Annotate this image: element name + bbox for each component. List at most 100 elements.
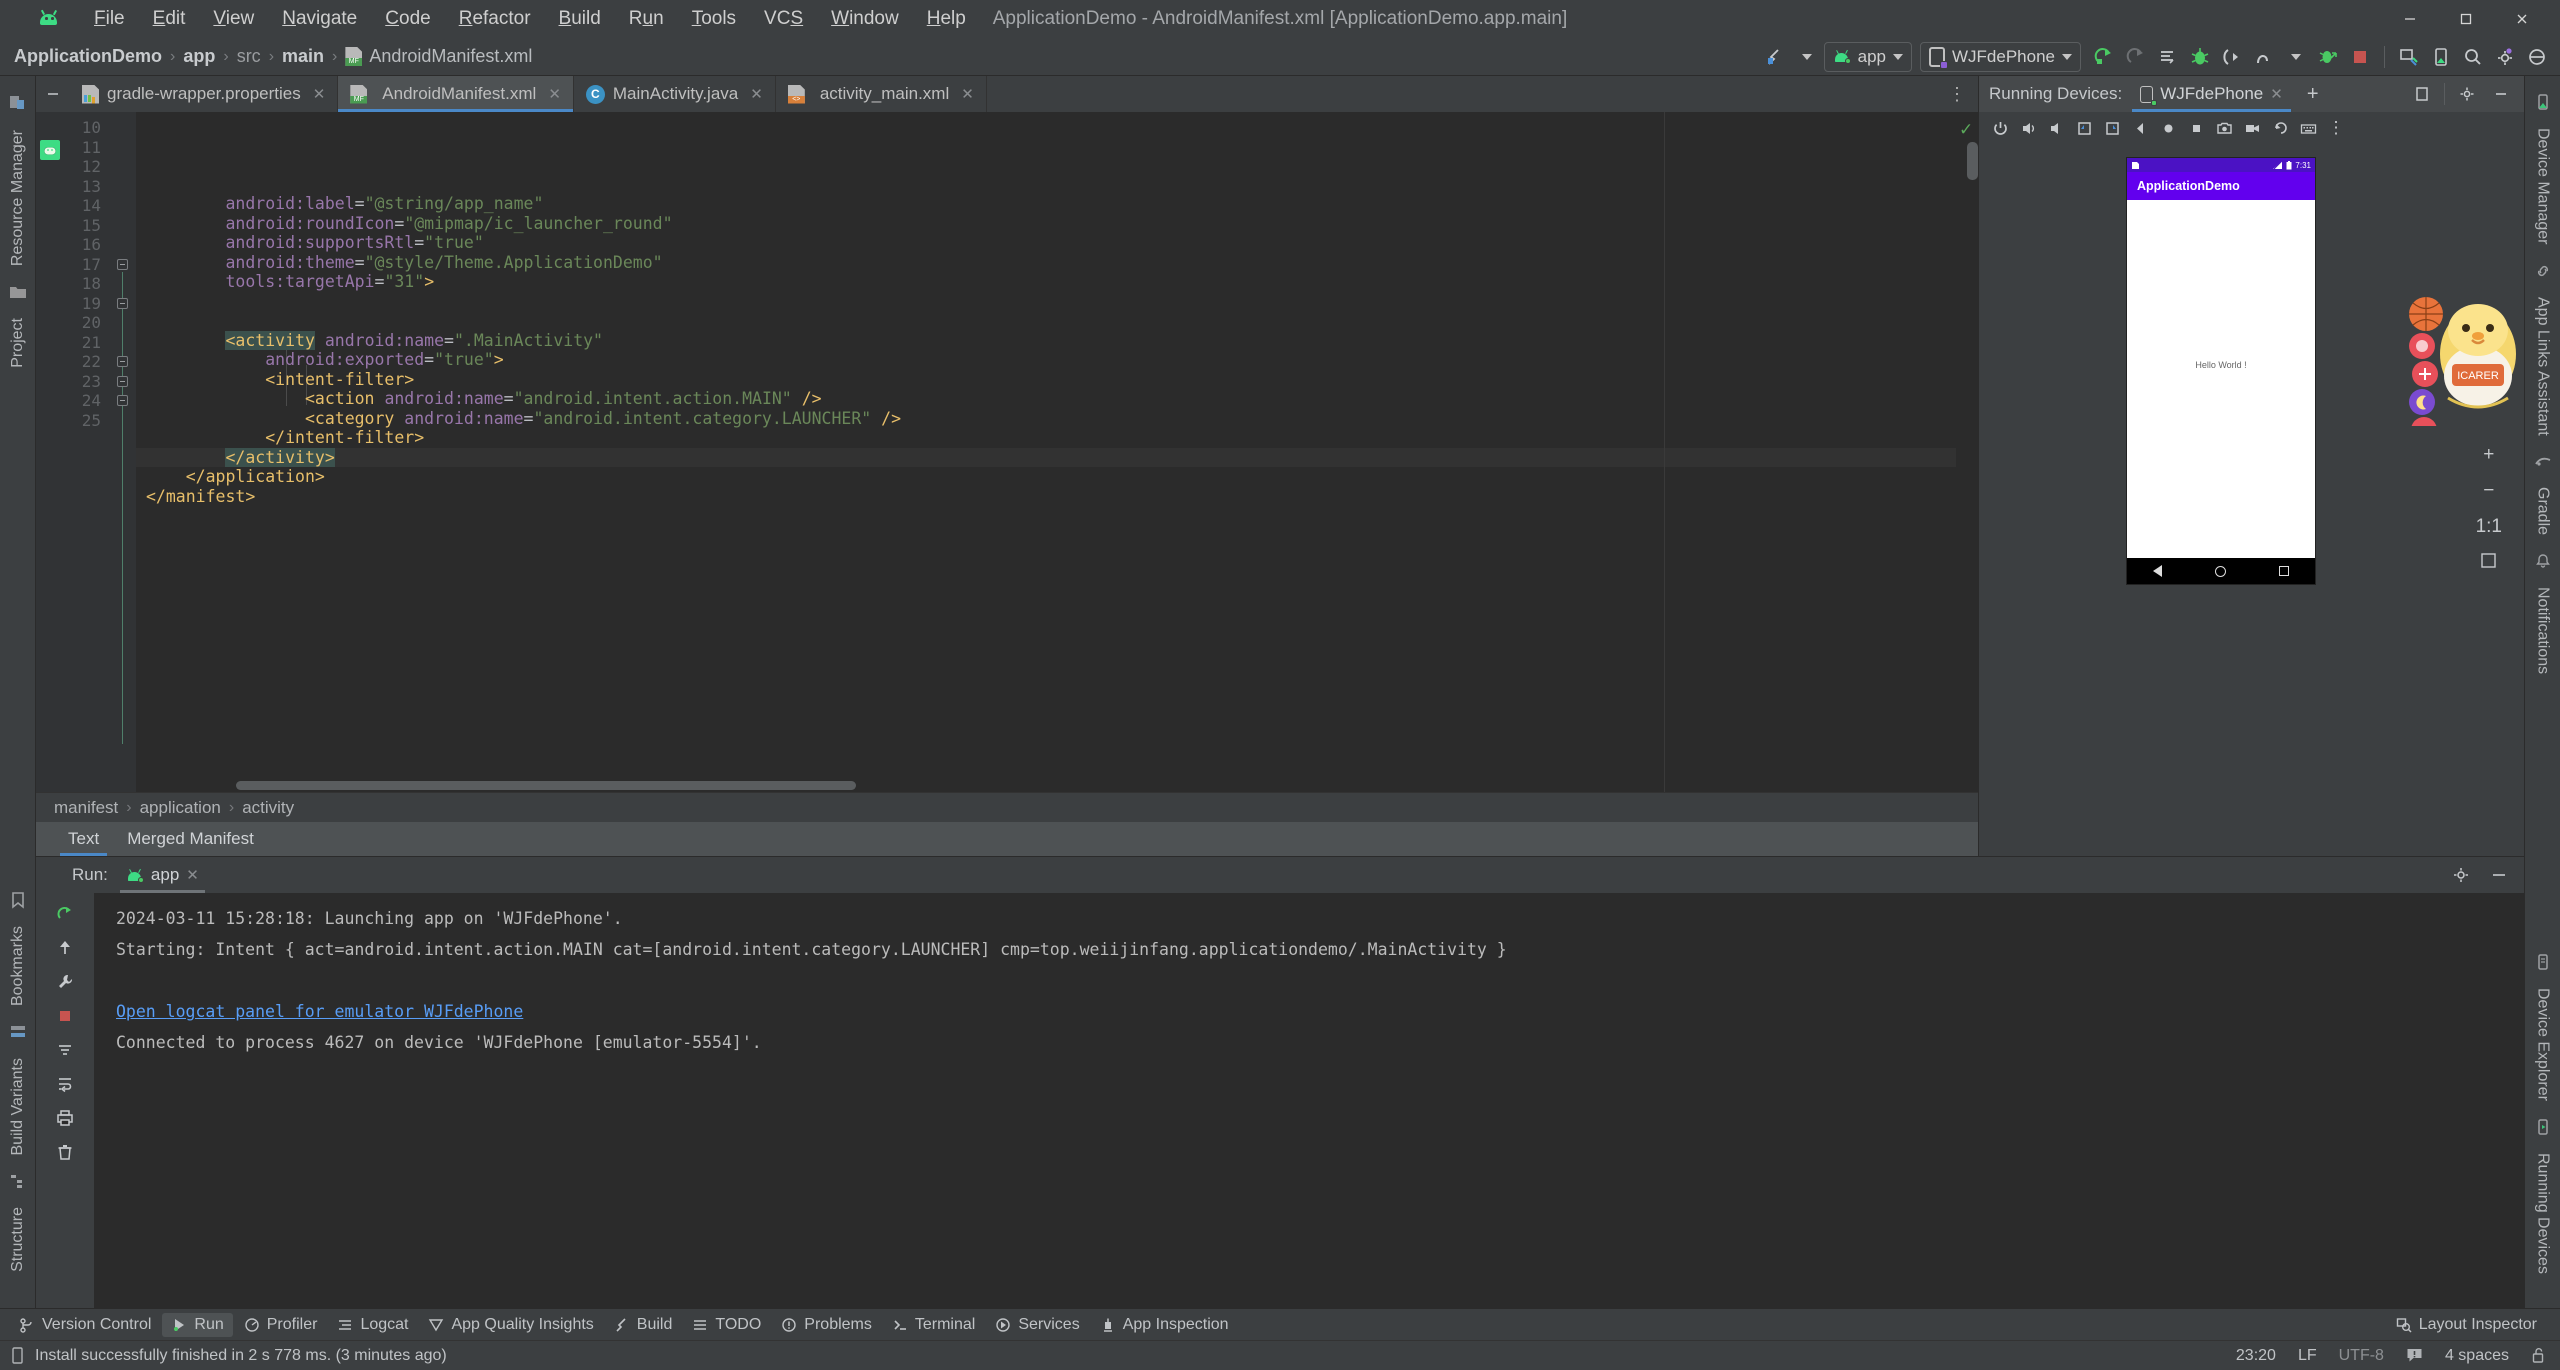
zoom-level-label[interactable]: 1:1: [2476, 516, 2502, 538]
rotate-left-icon[interactable]: [2071, 115, 2097, 141]
app-links-icon[interactable]: [2534, 262, 2552, 280]
wrench-icon[interactable]: [50, 967, 80, 997]
close-icon[interactable]: ✕: [961, 85, 974, 103]
sidebar-item-device-manager[interactable]: Device Manager: [2534, 120, 2552, 253]
bottom-tab-app-inspection[interactable]: App Inspection: [1091, 1313, 1238, 1337]
code-line[interactable]: <intent-filter>: [136, 370, 1956, 390]
bottom-tab-run[interactable]: Run: [162, 1312, 233, 1337]
bottom-tab-app-quality-insights[interactable]: App Quality Insights: [419, 1313, 602, 1337]
code-line[interactable]: android:roundIcon="@mipmap/ic_launcher_r…: [136, 214, 1956, 234]
stop-icon[interactable]: [50, 1001, 80, 1031]
rotate-right-icon[interactable]: [2099, 115, 2125, 141]
menu-refactor[interactable]: Refactor: [445, 4, 545, 34]
menu-run[interactable]: Run: [615, 4, 678, 34]
code-line[interactable]: android:label="@string/app_name": [136, 194, 1956, 214]
notifications-icon[interactable]: [2534, 552, 2552, 570]
close-icon[interactable]: ✕: [548, 85, 561, 103]
print-icon[interactable]: [50, 1103, 80, 1133]
bottom-tab-todo[interactable]: TODO: [683, 1313, 770, 1337]
device-explorer-icon[interactable]: [2534, 953, 2552, 971]
device-tab-wjfdephone[interactable]: WJFdePhone ✕: [2132, 76, 2291, 112]
screenshot-icon[interactable]: [2211, 115, 2237, 141]
device-manager-icon[interactable]: [2534, 93, 2552, 111]
editor-tab-mainactivity-java[interactable]: C MainActivity.java ✕: [574, 76, 776, 112]
view-tab-merged-manifest[interactable]: Merged Manifest: [113, 822, 268, 856]
bottom-tab-problems[interactable]: Problems: [772, 1313, 881, 1337]
code-line[interactable]: </activity>: [136, 447, 1956, 467]
code-line[interactable]: </manifest>: [136, 487, 1956, 507]
breadcrumb-item-applicationdemo[interactable]: ApplicationDemo: [14, 46, 162, 67]
profiler-icon[interactable]: [2249, 42, 2279, 72]
editor-horizontal-scrollbar[interactable]: [236, 781, 856, 790]
sidebar-item-running-devices[interactable]: Running Devices: [2534, 1145, 2552, 1282]
close-icon[interactable]: ✕: [750, 85, 763, 103]
collapse-tabs-icon[interactable]: [36, 76, 70, 112]
bottom-tab-build[interactable]: Build: [605, 1313, 682, 1337]
unlock-icon[interactable]: [2531, 1347, 2546, 1364]
sidebar-item-app-links-assistant[interactable]: App Links Assistant: [2534, 289, 2552, 444]
menu-navigate[interactable]: Navigate: [268, 4, 371, 34]
filter-icon[interactable]: [50, 1035, 80, 1065]
xml-breadcrumb-manifest[interactable]: manifest: [54, 798, 118, 818]
code-line[interactable]: <category android:name="android.intent.c…: [136, 409, 1956, 429]
code-fold-marker[interactable]: [117, 297, 128, 309]
code-fold-marker[interactable]: [117, 395, 128, 406]
run-configuration-selector[interactable]: app: [1823, 41, 1912, 72]
undo-icon[interactable]: [2267, 115, 2293, 141]
menu-vcs[interactable]: VCS: [750, 4, 817, 34]
overview-icon[interactable]: [2183, 115, 2209, 141]
android-activity-gutter-icon[interactable]: [40, 140, 60, 160]
menu-tools[interactable]: Tools: [678, 4, 750, 34]
fit-to-screen-icon[interactable]: [2480, 552, 2497, 569]
menu-build[interactable]: Build: [545, 4, 615, 34]
run-console-output[interactable]: 2024-03-11 15:28:18: Launching app on 'W…: [94, 893, 2524, 1308]
xml-breadcrumb-activity[interactable]: activity: [242, 798, 294, 818]
sidebar-item-build-variants[interactable]: Build Variants: [9, 1050, 27, 1164]
code-fold-marker[interactable]: [117, 356, 128, 367]
indent-label[interactable]: 4 spaces: [2445, 1347, 2509, 1365]
sidebar-item-notifications[interactable]: Notifications: [2534, 579, 2552, 682]
breadcrumb-item-main[interactable]: main: [282, 46, 324, 67]
run-with-coverage-icon[interactable]: [2313, 42, 2343, 72]
build-dropdown-icon[interactable]: [1792, 42, 1822, 72]
editor-scrollbar-thumb[interactable]: [1967, 142, 1978, 180]
recents-nav-icon[interactable]: [2278, 566, 2289, 576]
bottom-tab-services[interactable]: Services: [986, 1313, 1088, 1337]
editor-tab-androidmanifest-xml[interactable]: AndroidManifest.xml ✕: [338, 76, 574, 112]
bottom-tab-terminal[interactable]: Terminal: [883, 1313, 984, 1337]
project-folder-icon[interactable]: [9, 283, 27, 301]
editor-tab-activity-main-xml[interactable]: activity_main.xml ✕: [776, 76, 987, 112]
device-selector[interactable]: WJFdePhone: [1920, 41, 2081, 72]
close-button[interactable]: [2494, 0, 2550, 38]
bottom-tab-profiler[interactable]: Profiler: [235, 1313, 327, 1337]
trash-icon[interactable]: [50, 1137, 80, 1167]
breadcrumb-item-app[interactable]: app: [183, 46, 215, 67]
minimize-icon[interactable]: [2484, 860, 2514, 890]
menu-help[interactable]: Help: [913, 4, 980, 34]
back-icon[interactable]: [2127, 115, 2153, 141]
code-line[interactable]: </application>: [136, 467, 1956, 487]
xml-breadcrumb-application[interactable]: application: [140, 798, 221, 818]
menu-view[interactable]: View: [199, 4, 268, 34]
resource-manager-icon[interactable]: [8, 93, 28, 113]
attach-debugger-icon[interactable]: [2217, 42, 2247, 72]
close-icon[interactable]: ✕: [186, 866, 199, 884]
build-icon[interactable]: [1760, 42, 1790, 72]
bottom-tab-layout-inspector[interactable]: Layout Inspector: [2387, 1313, 2546, 1337]
problems-badge-icon[interactable]: [2406, 1347, 2423, 1364]
menu-code[interactable]: Code: [371, 4, 444, 34]
bookmarks-icon[interactable]: [9, 891, 27, 909]
breadcrumb-item-src[interactable]: src: [237, 46, 261, 67]
running-devices-icon[interactable]: [2534, 1118, 2552, 1136]
split-window-icon[interactable]: [2407, 79, 2437, 109]
run-icon[interactable]: [2089, 42, 2119, 72]
profiler-dropdown-icon[interactable]: [2281, 42, 2311, 72]
code-line[interactable]: android:supportsRtl="true": [136, 233, 1956, 253]
line-separator-label[interactable]: LF: [2298, 1347, 2317, 1365]
close-icon[interactable]: ✕: [2270, 85, 2283, 103]
close-icon[interactable]: ✕: [313, 85, 326, 103]
code-line[interactable]: <action android:name="android.intent.act…: [136, 389, 1956, 409]
settings-icon[interactable]: [2490, 42, 2520, 72]
sidebar-item-structure[interactable]: Structure: [9, 1199, 27, 1280]
sidebar-item-resource-manager[interactable]: Resource Manager: [9, 122, 27, 274]
